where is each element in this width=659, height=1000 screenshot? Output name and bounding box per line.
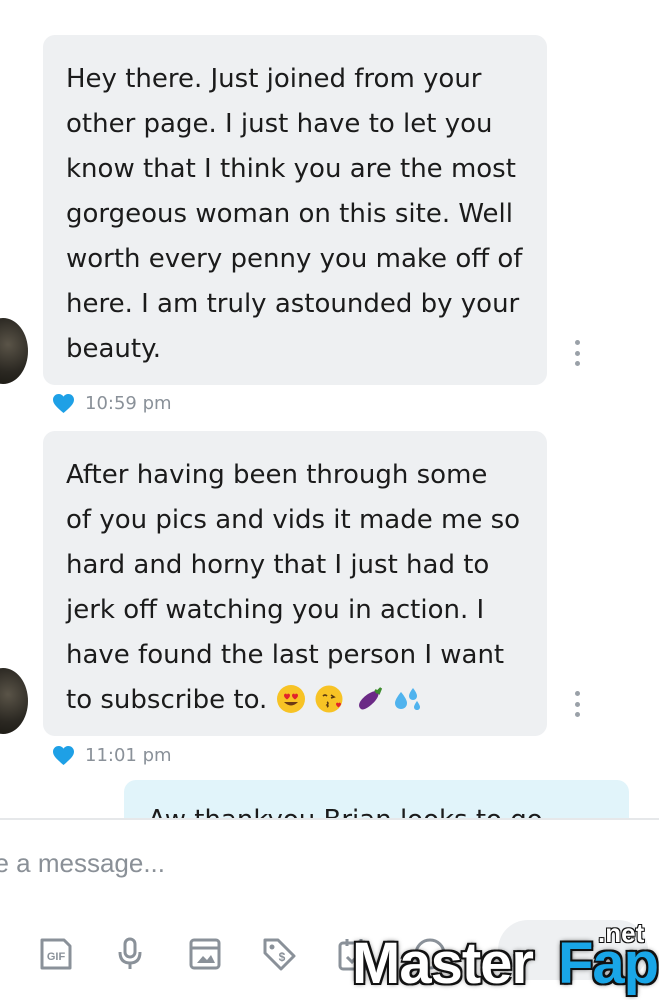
message-line: of you pics and vids it made me so bbox=[66, 505, 521, 535]
sender-avatar[interactable] bbox=[0, 668, 28, 734]
outgoing-message-bubble[interactable]: Aw thankyou Brian looks to go bbox=[124, 780, 629, 818]
microphone-icon bbox=[118, 937, 142, 969]
message-line: know that I think you are the most bbox=[66, 154, 516, 184]
message-timestamp: 11:01 pm bbox=[85, 745, 172, 766]
price-tag-button[interactable]: $ bbox=[261, 936, 297, 972]
chat-thread[interactable]: Hey there. Just joined from your other p… bbox=[0, 0, 659, 818]
message-options-icon[interactable] bbox=[571, 340, 583, 366]
heart-icon[interactable] bbox=[52, 745, 75, 766]
message-line: have found the last person I want bbox=[66, 640, 505, 670]
message-line: gorgeous woman on this site. Well bbox=[66, 199, 513, 229]
heart-icon[interactable] bbox=[52, 393, 75, 414]
message-line: After having been through some bbox=[66, 460, 488, 490]
sender-avatar[interactable] bbox=[0, 318, 28, 384]
message-line: jerk off watching you in action. I bbox=[66, 595, 485, 625]
watermark-master-text: Master bbox=[352, 931, 534, 996]
voice-message-button[interactable] bbox=[112, 936, 148, 972]
message-line: Hey there. Just joined from your bbox=[66, 64, 482, 94]
message-line: other page. I just have to let you bbox=[66, 109, 493, 139]
message-bubble[interactable]: Hey there. Just joined from your other p… bbox=[43, 35, 547, 385]
price-tag-icon: $ bbox=[263, 938, 296, 971]
gif-button[interactable]: GIF bbox=[38, 936, 74, 972]
message-line: Aw thankyou Brian looks to go bbox=[148, 798, 613, 818]
sweat-droplets-emoji bbox=[395, 688, 421, 710]
message-line: to subscribe to. bbox=[66, 685, 268, 715]
media-icon bbox=[189, 938, 221, 970]
message-meta: 11:01 pm bbox=[52, 745, 172, 766]
watermark-net-text: .net bbox=[598, 918, 645, 948]
heart-eyes-emoji bbox=[276, 685, 305, 713]
gif-icon: GIF bbox=[40, 938, 72, 970]
message-line: worth every penny you make off of bbox=[66, 244, 523, 274]
message-options-icon[interactable] bbox=[571, 691, 583, 717]
svg-text:GIF: GIF bbox=[47, 951, 66, 963]
message-line: here. I am truly astounded by your bbox=[66, 289, 520, 319]
kissing-heart-emoji bbox=[315, 685, 343, 713]
message-line-with-emojis: to subscribe to. bbox=[66, 678, 531, 723]
media-button[interactable] bbox=[187, 936, 223, 972]
svg-text:$: $ bbox=[279, 950, 286, 964]
message-input[interactable] bbox=[0, 838, 620, 888]
message-meta: 10:59 pm bbox=[52, 393, 172, 414]
message-timestamp: 10:59 pm bbox=[85, 393, 172, 414]
message-line: beauty. bbox=[66, 334, 162, 364]
eggplant-emoji bbox=[359, 687, 383, 710]
message-composer bbox=[0, 820, 659, 910]
message-bubble[interactable]: After having been through some of you pi… bbox=[43, 431, 547, 736]
site-watermark-logo: Master Fap .net bbox=[352, 918, 659, 1000]
message-line: hard and horny that I just had to bbox=[66, 550, 490, 580]
